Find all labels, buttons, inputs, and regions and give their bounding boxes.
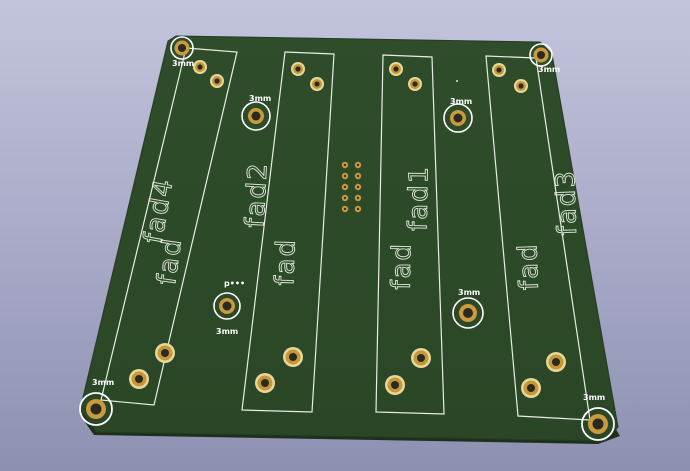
- hole-label-lower-mid-left: 3mm: [216, 327, 238, 336]
- module-sublabel-fad1: fad: [387, 242, 418, 290]
- hole-label-top-left: 3mm: [172, 59, 194, 68]
- pad: [514, 79, 528, 93]
- pad: [210, 74, 224, 88]
- pad: [408, 77, 422, 91]
- module-sublabel-fad2: fad: [270, 237, 302, 286]
- connector-pin: [341, 194, 349, 202]
- pad: [546, 352, 566, 372]
- connector-pin: [354, 161, 362, 169]
- pad: [129, 369, 149, 389]
- connector-pin: [341, 205, 349, 213]
- connector-pin: [341, 161, 349, 169]
- connector-pin: [341, 183, 349, 191]
- module-label-fad2: fad2: [240, 161, 273, 229]
- connector-pin: [354, 172, 362, 180]
- fiducial-dot: [456, 80, 458, 82]
- pad: [193, 60, 207, 74]
- connector-pin: [354, 183, 362, 191]
- hole-label-lower-mid-right: 3mm: [458, 288, 480, 297]
- pad: [492, 63, 506, 77]
- hole-label-bottom-left: 3mm: [92, 378, 114, 387]
- hole-label-upper-mid-left: 3mm: [249, 94, 271, 103]
- pad: [411, 348, 431, 368]
- pad: [385, 375, 405, 395]
- module-label-fad1: fad1: [403, 165, 434, 232]
- connector-pin: [354, 205, 362, 213]
- hole-label-top-right: 3mm: [538, 65, 560, 74]
- module-sublabel-fad3: fad: [513, 242, 545, 291]
- pad: [283, 347, 303, 367]
- module-label-fad3: fad3: [551, 169, 583, 236]
- hole-label-small-mark: p•••: [224, 279, 245, 288]
- connector-pin: [341, 172, 349, 180]
- hole-label-upper-mid-right: 3mm: [450, 97, 472, 106]
- connector-pin: [354, 194, 362, 202]
- pad: [255, 373, 275, 393]
- pad: [310, 77, 324, 91]
- hole-label-bottom-right: 3mm: [583, 393, 605, 402]
- pcb-3d-view: fad4 fad fad2 fad fad1 fad fad3 fad 3mm …: [79, 35, 620, 444]
- pad: [291, 62, 305, 76]
- pad: [155, 343, 175, 363]
- pad: [521, 378, 541, 398]
- pad: [389, 62, 403, 76]
